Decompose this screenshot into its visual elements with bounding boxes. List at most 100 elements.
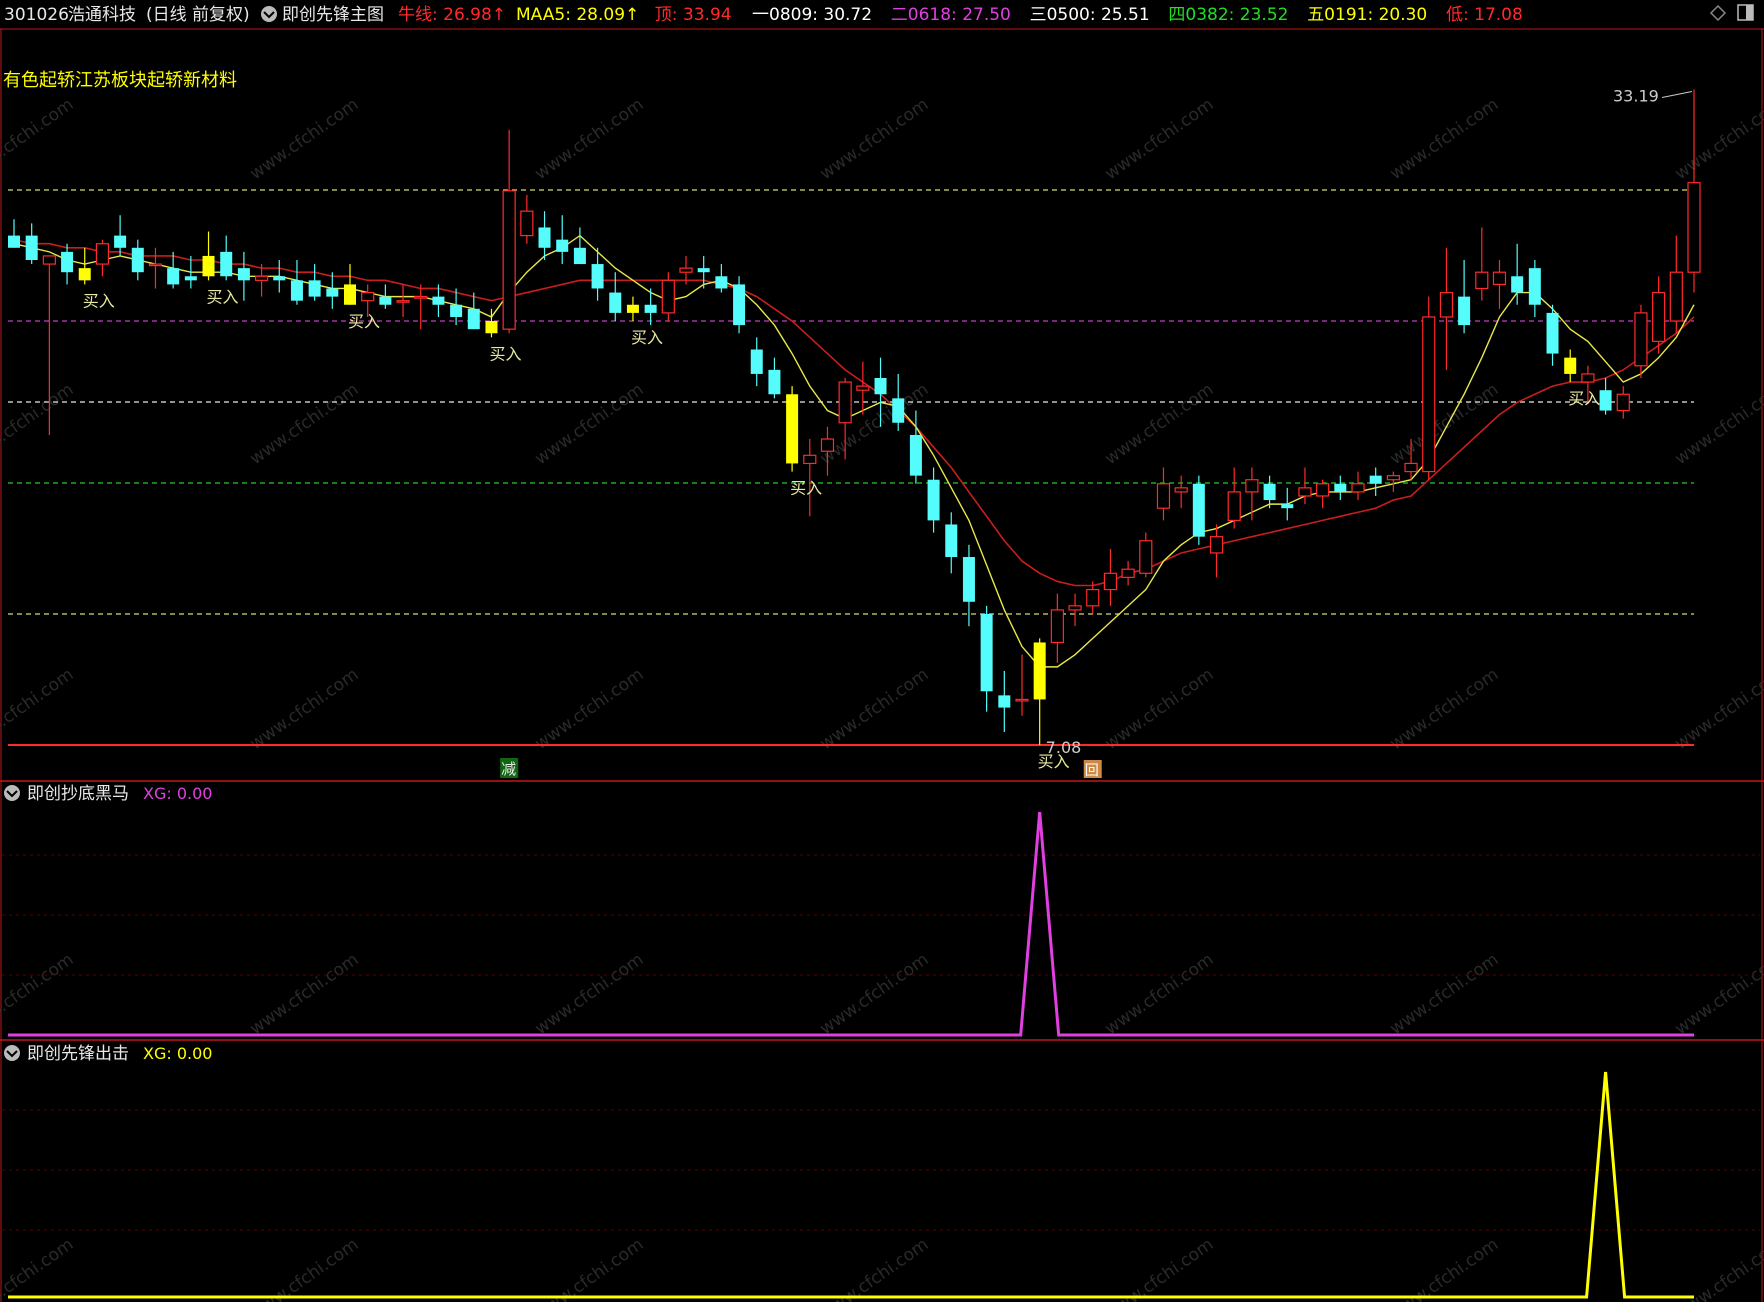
candle-body [945,524,958,558]
chart-stage[interactable]: 301026 浩通科技 (日线 前复权) 即创先锋主图 牛线: 26.98↑ MA… [0,0,1764,1302]
candle-body [874,377,887,395]
header-item: 一0809: 30.72 [752,5,872,25]
candle-body [820,438,835,452]
candle-body [803,454,817,465]
candle-body [78,268,91,281]
candle-body [1174,487,1188,493]
subpanel-xianfeng[interactable]: 即创先锋出击 XG: 0.00 [2,1044,1760,1299]
buy-label: 买入 [1568,389,1600,408]
dropdown-circle-icon[interactable] [261,6,277,22]
watermark-text: www.cfchi.com [246,380,362,469]
watermark-text: www.cfchi.com [531,665,647,754]
header-item: 牛线: 26.98↑ [398,5,506,25]
candle-body [42,255,56,265]
header-item: 四0382: 23.52 [1168,5,1288,25]
candle-body [1422,316,1436,473]
buy-label: 买入 [790,479,822,498]
watermark-text: www.cfchi.com [531,95,647,184]
subpanel-title: 即创抄底黑马 [27,784,129,804]
buy-label: 买入 [348,312,380,331]
candle-body [1156,483,1171,509]
candle-body [432,296,445,305]
candle-body [396,300,410,303]
candle-body [237,268,250,281]
candle-body [909,434,922,476]
watermark-text: www.cfchi.com [246,665,362,754]
candle-body [344,284,356,305]
watermark-text: www.cfchi.com [1386,665,1502,754]
candle-body [25,235,38,260]
hui-label: 回 [1085,763,1099,779]
candle-body [1086,588,1100,607]
stock-name: 浩通科技 [68,5,136,25]
watermark-text: www.cfchi.com [1671,665,1764,754]
candle-body [1103,572,1118,591]
sector-text: 有色起轿江苏板块起轿新材料 [3,70,237,91]
panel-frames [0,28,1764,1302]
watermark-text: www.cfchi.com [1671,95,1764,184]
candle-body [1616,393,1630,412]
candle-body [1351,483,1365,493]
candle-body [661,279,675,314]
candle-body [962,557,975,602]
candle-body [697,268,710,273]
watermark-text: www.cfchi.com [1101,950,1217,1039]
candle-body [1599,390,1612,411]
candle-body [1564,357,1577,374]
diamond-icon[interactable] [1709,4,1727,22]
candle-body [1581,373,1595,383]
candle-body [502,190,516,330]
candle-body [1458,296,1471,326]
xg-value: XG: 0.00 [143,1044,212,1063]
period-label: (日线 前复权) [146,5,250,25]
watermark-text: www.cfchi.com [246,1235,362,1302]
candle-body [361,291,375,302]
candle-body [1546,312,1559,354]
candle-body [538,227,551,248]
watermark-text: www.cfchi.com [0,1235,77,1302]
candle-body [148,263,163,267]
candle-body [8,235,20,248]
candle-body [131,247,144,273]
candle-body [61,251,74,273]
header-item: 顶: 33.94 [655,5,732,25]
candle-body [556,239,569,252]
subpanel-grid [2,1109,1760,1231]
watermark-text: www.cfchi.com [1101,1235,1217,1302]
dropdown-circle-icon[interactable] [4,785,20,801]
candle-body [1192,483,1205,537]
candle-body [591,264,604,289]
candle-body [1334,483,1347,492]
watermark-text: www.cfchi.com [0,95,77,184]
indicator-name[interactable]: 即创先锋主图 [282,5,384,25]
header-item: 二0618: 27.50 [891,5,1011,25]
watermark-text: www.cfchi.com [816,95,932,184]
xg-line [8,1071,1694,1299]
watermark-text: www.cfchi.com [816,665,932,754]
window-toggle-icon[interactable] [1737,4,1754,21]
candle-body [1316,483,1330,497]
watermark-text: www.cfchi.com [531,950,647,1039]
candle-body [95,243,110,265]
candle-body [1050,609,1064,644]
candle-body [715,276,728,289]
candle-body [1068,605,1082,611]
candle-body [485,321,498,334]
watermark-text: www.cfchi.com [1101,380,1217,469]
watermark-text: www.cfchi.com [1671,380,1764,469]
candle-body [450,304,463,317]
buy-label: 买入 [489,344,521,363]
low-price-label: 7.08 [1046,738,1082,757]
candle-body [626,304,639,313]
header-item: MAA5: 28.09↑ [516,5,639,25]
watermark-text: www.cfchi.com [1101,95,1217,184]
subpanel-title: 即创先锋出击 [27,1044,129,1064]
header-item: 低: 17.08 [1446,5,1523,25]
watermark-text: www.cfchi.com [816,1235,932,1302]
candle-body [1386,475,1400,481]
dropdown-circle-icon[interactable] [4,1045,20,1061]
candle-body [927,479,940,521]
watermark-text: www.cfchi.com [0,665,77,754]
watermark-text: www.cfchi.com [246,950,362,1039]
candle-body [856,385,870,391]
